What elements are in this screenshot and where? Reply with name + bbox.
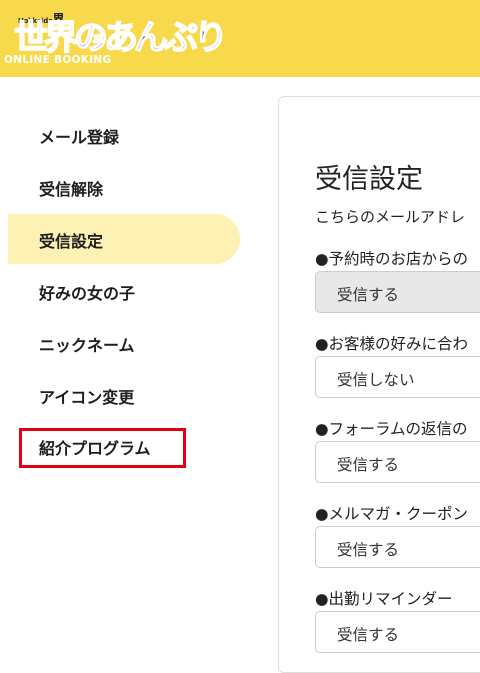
select-value: 受信する [337,541,400,559]
sidebar-item-receive-settings[interactable]: 受信設定 [8,214,240,264]
setting-label-mail-magazine: ●メルマガ・クーポン [315,505,469,523]
select-value: 受信する [337,626,400,644]
setting-label-forum-reply: ●フォーラムの返信の [315,420,468,438]
highlight-box [19,428,186,468]
select-customer-preference[interactable]: 受信しない [315,356,480,398]
setting-label-customer-preference: ●お客様の好みに合わ [315,335,469,353]
select-store-reservation[interactable]: 受信する [315,271,480,313]
select-forum-reply[interactable]: 受信する [315,441,480,483]
site-logo[interactable]: Hokkaido界 世界のあんぷり 亭 ONLINE BOOKING [4,6,229,72]
select-value: 受信する [337,286,400,304]
logo-tei-text: 亭 [92,34,106,50]
page-description: こちらのメールアドレ [315,208,466,226]
sidebar-item-label: 受信解除 [39,180,104,199]
select-mail-magazine[interactable]: 受信する [315,526,480,568]
sidebar-item-label: アイコン変更 [39,388,135,407]
sidebar-item-nickname[interactable]: ニックネーム [8,318,240,368]
setting-label-store-reservation: ●予約時のお店からの [315,250,469,268]
sidebar-item-label: 受信設定 [39,232,104,251]
sidebar-item-favorite-girls[interactable]: 好みの女の子 [8,266,240,316]
setting-label-shift-reminder: ●出勤リマインダー [315,590,453,608]
logo-subtitle: ONLINE BOOKING [4,54,112,66]
sidebar-item-label: ニックネーム [39,336,135,355]
sidebar-item-unsubscribe[interactable]: 受信解除 [8,162,240,212]
sidebar-item-mail-register[interactable]: メール登録 [8,110,240,160]
page-title: 受信設定 [315,164,423,195]
select-value: 受信しない [337,371,415,389]
sidebar-item-icon-change[interactable]: アイコン変更 [8,370,240,420]
sidebar-item-label: 好みの女の子 [39,284,136,303]
logo-main-text: 世界のあんぷり [13,18,229,58]
app-header: Hokkaido界 世界のあんぷり 亭 ONLINE BOOKING [0,0,480,77]
sidebar-item-label: メール登録 [39,128,120,147]
select-shift-reminder[interactable]: 受信する [315,611,480,653]
select-value: 受信する [337,456,400,474]
